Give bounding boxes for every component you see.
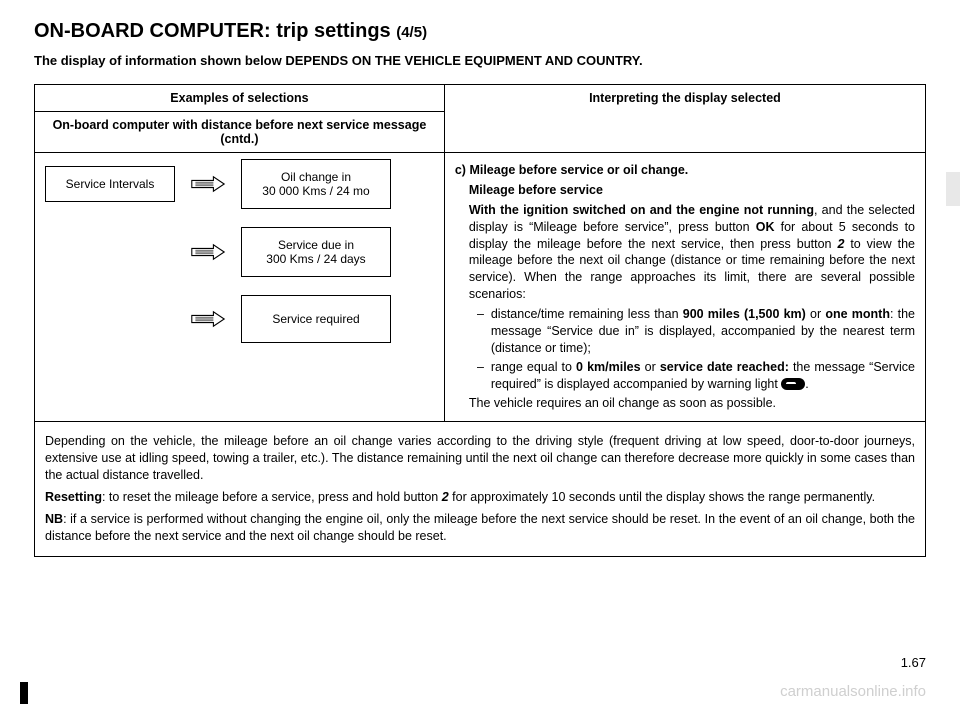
equipment-notice: The display of information shown below D…: [34, 53, 926, 68]
b2f: .: [805, 377, 808, 391]
header-interpreting: Interpreting the display selected: [444, 85, 925, 153]
box-service-required: Service required: [241, 295, 391, 343]
title-main: ON-BOARD COMPUTER: trip settings: [34, 20, 396, 42]
bullet-2: range equal to 0 km/miles or service dat…: [491, 359, 915, 393]
foot-nb-label: NB: [45, 512, 63, 526]
foot-p2b: : to reset the mileage before a service,…: [102, 490, 442, 504]
b1d: one month: [825, 307, 890, 321]
header-subtitle: On-board computer with distance before n…: [35, 112, 445, 153]
oil-change-line1: Oil change in: [250, 170, 382, 184]
diagram-cell: Service Intervals Oil change in 30 000 K…: [35, 153, 445, 422]
b1a: distance/time remaining less than: [491, 307, 683, 321]
warning-light-icon: [781, 378, 805, 390]
watermark: carmanualsonline.info: [780, 683, 926, 700]
foot-resetting-label: Resetting: [45, 490, 102, 504]
footnote-cell: Depending on the vehicle, the mileage be…: [35, 422, 926, 556]
arrow-icon: [189, 175, 227, 193]
interp-sub-heading: Mileage before service: [469, 183, 603, 197]
interp-c-heading: c) Mileage before service or oil change.: [455, 163, 688, 177]
b1b: 900 miles (1,500 km): [683, 307, 806, 321]
b2d: service date reached:: [660, 360, 789, 374]
foot-p2d: for approximately 10 seconds until the d…: [449, 490, 875, 504]
foot-p1: Depending on the vehicle, the mileage be…: [45, 433, 915, 484]
page-title: ON-BOARD COMPUTER: trip settings (4/5): [34, 20, 926, 43]
content-table: Examples of selections Interpreting the …: [34, 84, 926, 557]
interp-tail: The vehicle requires an oil change as so…: [469, 395, 915, 412]
title-suffix: (4/5): [396, 24, 427, 41]
arrow-icon: [189, 310, 227, 328]
b2b: 0 km/miles: [576, 360, 641, 374]
foot-p2c: 2: [442, 490, 449, 504]
b2c: or: [641, 360, 660, 374]
box-oil-change: Oil change in 30 000 Kms / 24 mo: [241, 159, 391, 209]
b1c: or: [806, 307, 826, 321]
diagram-row-2: Service due in 300 Kms / 24 days: [45, 227, 434, 277]
arrow-icon: [189, 243, 227, 261]
foot-p3b: : if a service is performed without chan…: [45, 512, 915, 543]
box-service-intervals: Service Intervals: [45, 166, 175, 202]
box-service-due: Service due in 300 Kms / 24 days: [241, 227, 391, 277]
interp-ok: OK: [756, 220, 775, 234]
diagram-row-3: Service required: [45, 295, 434, 343]
side-tab: [946, 172, 960, 206]
diagram-row-1: Service Intervals Oil change in 30 000 K…: [45, 159, 434, 209]
interp-lead-bold: With the ignition switched on and the en…: [469, 203, 814, 217]
oil-change-line2: 30 000 Kms / 24 mo: [250, 184, 382, 198]
header-examples: Examples of selections: [35, 85, 445, 112]
service-due-line2: 300 Kms / 24 days: [250, 252, 382, 266]
interpretation-cell: c) Mileage before service or oil change.…: [444, 153, 925, 422]
b2a: range equal to: [491, 360, 576, 374]
service-due-line1: Service due in: [250, 238, 382, 252]
print-crop-marks: [20, 682, 32, 704]
page-number: 1.67: [901, 655, 926, 670]
bullet-1: distance/time remaining less than 900 mi…: [491, 306, 915, 357]
